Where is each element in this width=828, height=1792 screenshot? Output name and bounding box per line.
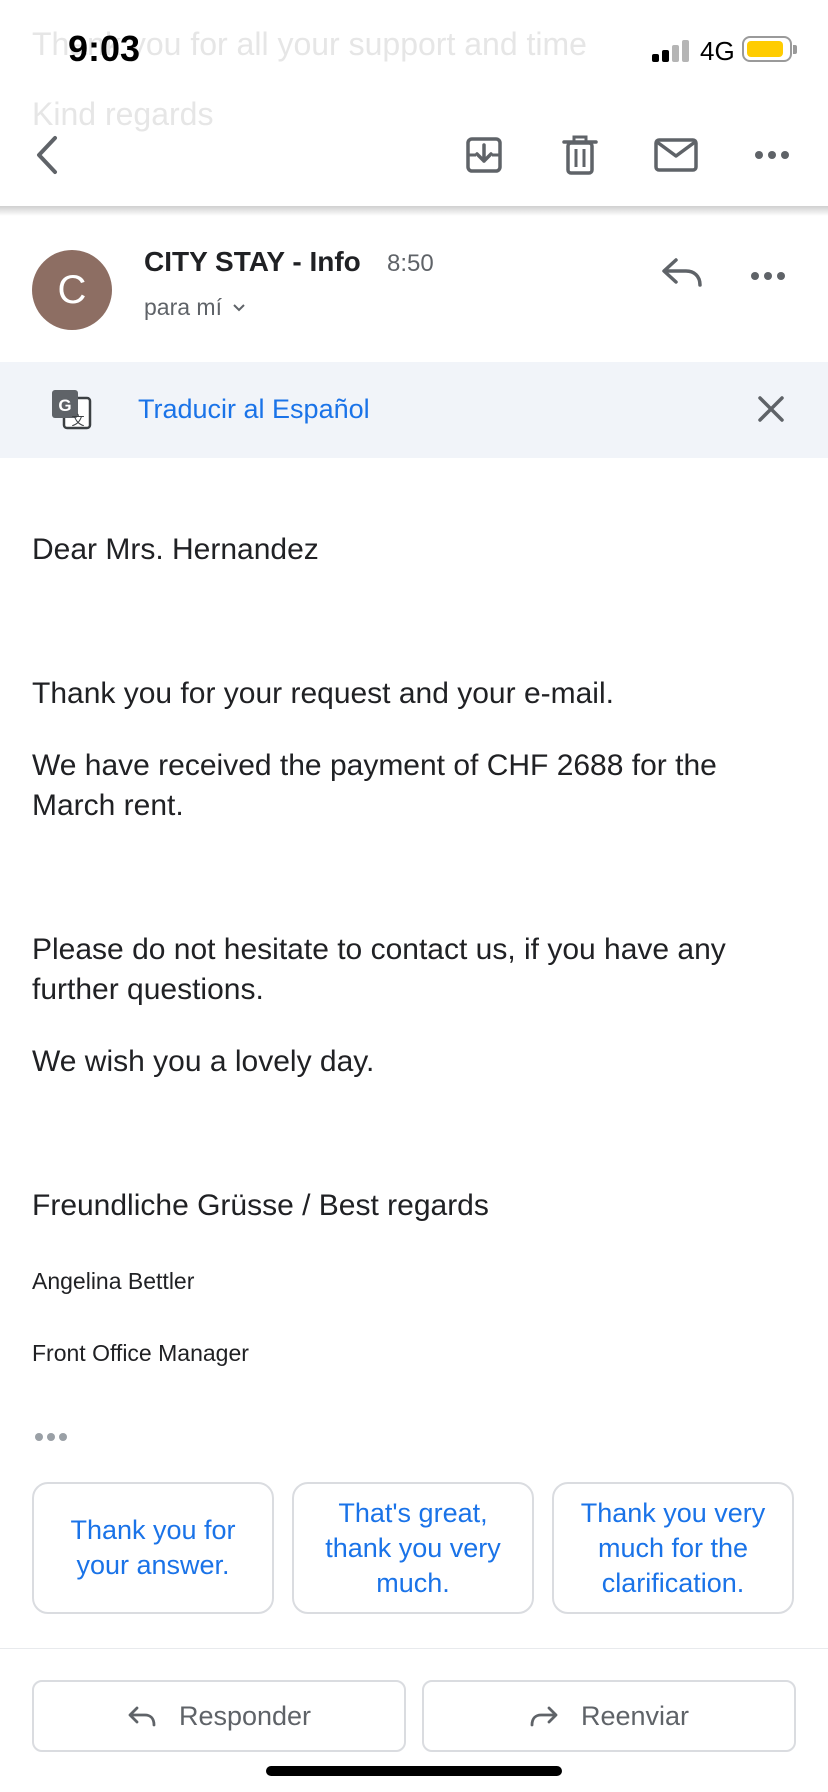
archive-icon: [466, 137, 502, 173]
archive-button[interactable]: [458, 129, 510, 181]
message-time: 8:50: [387, 250, 434, 277]
reply-action-button[interactable]: Responder: [32, 1680, 406, 1752]
smart-reply-label: Thank you for your answer.: [70, 1515, 236, 1580]
mark-unread-button[interactable]: [650, 129, 702, 181]
google-translate-icon: G 文: [50, 388, 92, 435]
email-paragraph-3: Please do not hesitate to contact us, if…: [32, 933, 726, 1006]
signature-title: Front Office Manager: [32, 1340, 249, 1366]
network-label: 4G: [700, 36, 735, 66]
forward-action-button[interactable]: Reenviar: [422, 1680, 796, 1752]
email-paragraph-4: We wish you a lovely day.: [32, 1045, 375, 1078]
back-icon: [37, 136, 57, 174]
forward-icon: [530, 1706, 558, 1727]
close-icon: [758, 396, 784, 422]
battery-icon: [742, 36, 797, 62]
svg-text:文: 文: [71, 414, 84, 429]
reply-icon: [128, 1706, 156, 1727]
email-paragraph-1: Thank you for your request and your e-ma…: [32, 677, 614, 710]
more-horizontal-icon: [755, 151, 789, 159]
reply-icon: [662, 258, 702, 287]
smart-reply-chip[interactable]: That's great, thank you very much.: [292, 1482, 534, 1614]
reply-button[interactable]: [660, 254, 704, 295]
status-bar: 9:03 4G: [0, 0, 828, 100]
status-time: 9:03: [68, 28, 141, 69]
back-button[interactable]: [20, 129, 72, 181]
smart-reply-chip[interactable]: Thank you very much for the clarificatio…: [552, 1482, 794, 1614]
signature-name: Angelina Bettler: [32, 1268, 195, 1294]
more-horizontal-icon: [751, 272, 785, 280]
show-trimmed-content-button[interactable]: [34, 1430, 70, 1448]
smart-reply-label: Thank you very much for the clarificatio…: [580, 1497, 766, 1598]
email-closing: Freundliche Grüsse / Best regards: [32, 1189, 489, 1222]
email-paragraph-2: We have received the payment of CHF 2688…: [32, 749, 717, 822]
recipient-label: para mí: [144, 294, 222, 320]
avatar[interactable]: C: [32, 250, 112, 330]
forward-label: Reenviar: [580, 1700, 690, 1731]
mail-icon: [654, 138, 698, 172]
svg-text:G: G: [58, 396, 71, 415]
more-horizontal-icon: [35, 1433, 67, 1441]
email-greeting: Dear Mrs. Hernandez: [32, 533, 319, 566]
home-indicator: [266, 1766, 562, 1776]
signal-icon: [652, 38, 692, 62]
chevron-down-icon: [233, 303, 245, 311]
translate-link[interactable]: Traducir al Español: [138, 394, 370, 425]
divider: [0, 1648, 828, 1649]
translate-banner: G 文 Traducir al Español: [0, 362, 828, 458]
delete-button[interactable]: [554, 129, 606, 181]
message-more-button[interactable]: [750, 268, 786, 286]
message-header: C CITY STAY - Info 8:50 para mí: [0, 230, 828, 350]
smart-reply-chip[interactable]: Thank you for your answer.: [32, 1482, 274, 1614]
close-translate-button[interactable]: [756, 394, 786, 429]
sender-name: CITY STAY - Info: [144, 246, 361, 277]
trash-icon: [562, 135, 598, 175]
toolbar-divider: [0, 206, 828, 216]
more-options-button[interactable]: [746, 129, 798, 181]
toolbar: [0, 105, 828, 205]
smart-reply-label: That's great, thank you very much.: [325, 1497, 501, 1598]
reply-label: Responder: [178, 1700, 312, 1731]
recipient-toggle[interactable]: para mí: [144, 294, 246, 321]
